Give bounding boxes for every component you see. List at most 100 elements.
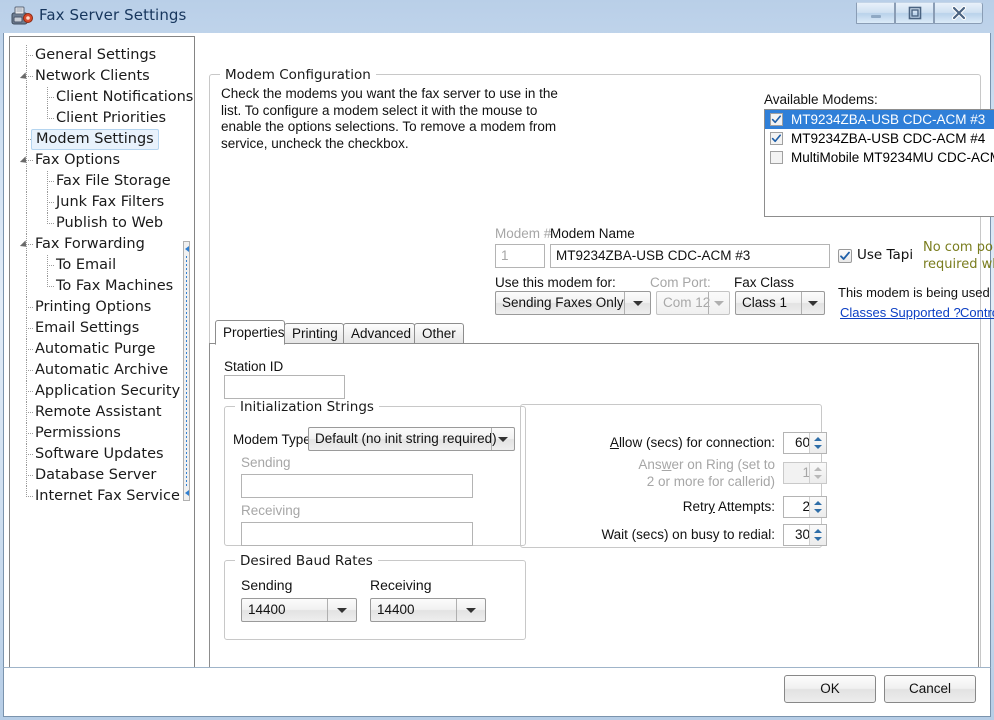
modem-list-item[interactable]: MT9234ZBA-USB CDC-ACM #4	[765, 129, 994, 148]
baud-receiving-dropdown[interactable]: 14400	[370, 598, 486, 622]
control-panel-link[interactable]: Control Panel	[960, 305, 994, 320]
tree-expander-icon[interactable]	[19, 156, 30, 166]
spinner-buttons[interactable]	[809, 497, 826, 517]
sidebar-item-label: Fax Options	[35, 152, 121, 168]
modem-list-item-label: MultiMobile MT9234MU CDC-ACM-XR	[791, 150, 994, 165]
station-id-input[interactable]	[224, 375, 345, 399]
sidebar-item-permissions[interactable]: Permissions	[10, 423, 194, 444]
modem-settings-page: Modem Configuration Check the modems you…	[201, 36, 994, 698]
sidebar-item-database-server[interactable]: Database Server	[10, 465, 194, 486]
receiving-init-input[interactable]	[241, 522, 473, 546]
sidebar-item-internet-fax-service[interactable]: Internet Fax Service	[10, 486, 194, 507]
sidebar-item-label: Network Clients	[35, 68, 150, 84]
baud-receiving-value: 14400	[377, 602, 415, 617]
fax-server-settings-window: Fax Server Settings General Settings Netw…	[0, 0, 994, 720]
sidebar-item-to-fax-machines[interactable]: To Fax Machines	[10, 276, 194, 297]
cancel-button[interactable]: Cancel	[884, 675, 976, 703]
modem-list-item[interactable]: MultiMobile MT9234MU CDC-ACM-XR	[765, 148, 994, 167]
modem-checkbox[interactable]	[770, 113, 783, 126]
tree-expander-icon[interactable]	[19, 72, 30, 82]
modem-checkbox[interactable]	[770, 132, 783, 145]
modem-type-dropdown[interactable]: Default (no init string required)	[308, 427, 515, 451]
sidebar-item-automatic-archive[interactable]: Automatic Archive	[10, 360, 194, 381]
chevron-down-icon	[456, 599, 485, 621]
tree-expander-icon[interactable]	[19, 240, 30, 250]
sidebar-item-automatic-purge[interactable]: Automatic Purge	[10, 339, 194, 360]
modem-checkbox[interactable]	[770, 151, 783, 164]
chevron-down-icon	[801, 292, 824, 314]
modem-configuration-group-label: Modem Configuration	[220, 67, 376, 83]
maximize-button[interactable]	[895, 2, 934, 24]
sidebar-item-general-settings[interactable]: General Settings	[10, 45, 194, 66]
tab-other[interactable]: Other	[414, 323, 464, 344]
modem-name-input[interactable]: MT9234ZBA-USB CDC-ACM #3	[550, 244, 830, 268]
spinner-down-icon	[814, 509, 822, 513]
tab-advanced[interactable]: Advanced	[343, 323, 415, 344]
modem-list-item-label: MT9234ZBA-USB CDC-ACM #3	[791, 112, 986, 127]
retry-attempts-spinner[interactable]: 2	[783, 496, 827, 518]
sidebar-item-label: Database Server	[35, 467, 157, 483]
sending-init-input[interactable]	[241, 474, 473, 498]
modem-number-input[interactable]: 1	[495, 244, 545, 268]
modem-list-item[interactable]: MT9234ZBA-USB CDC-ACM #3	[765, 110, 994, 129]
sending-init-label: Sending	[241, 455, 291, 470]
use-tapi-label: Use Tapi	[857, 247, 914, 263]
sidebar-item-label: Email Settings	[35, 320, 140, 336]
baud-sending-dropdown[interactable]: 14400	[241, 598, 357, 622]
allow-connection-spinner[interactable]: 60	[783, 432, 827, 454]
use-this-modem-for-dropdown[interactable]: Sending Faxes Only	[495, 291, 651, 315]
wait-on-busy-spinner[interactable]: 30	[783, 524, 827, 546]
minimize-button[interactable]	[856, 2, 895, 24]
spinner-buttons[interactable]	[809, 525, 826, 545]
sidebar-item-client-notifications[interactable]: Client Notifications	[10, 87, 194, 108]
sidebar-item-to-email[interactable]: To Email	[10, 255, 194, 276]
tab-printing[interactable]: Printing	[284, 323, 344, 344]
modem-type-label: Modem Type:	[233, 432, 315, 447]
com-port-dropdown[interactable]: Com 12	[656, 291, 730, 315]
chevron-down-icon	[491, 428, 514, 450]
answer-on-ring-spinner[interactable]: 1	[783, 462, 827, 484]
spinner-buttons[interactable]	[809, 433, 826, 453]
baud-sending-value: 14400	[248, 602, 286, 617]
sidebar-item-fax-options[interactable]: Fax Options	[10, 150, 194, 171]
sidebar-item-email-settings[interactable]: Email Settings	[10, 318, 194, 339]
com-port-label: Com Port:	[650, 275, 711, 290]
sidebar-item-fax-file-storage[interactable]: Fax File Storage	[10, 171, 194, 192]
sidebar-item-fax-forwarding[interactable]: Fax Forwarding	[10, 234, 194, 255]
sidebar-item-client-priorities[interactable]: Client Priorities	[10, 108, 194, 129]
spinner-buttons[interactable]	[809, 463, 826, 483]
sidebar-item-software-updates[interactable]: Software Updates	[10, 444, 194, 465]
sidebar-item-printing-options[interactable]: Printing Options	[10, 297, 194, 318]
modem-type-value: Default (no init string required)	[315, 431, 497, 446]
classes-supported-link[interactable]: Classes Supported ?	[840, 305, 961, 320]
sidebar-item-junk-fax-filters[interactable]: Junk Fax Filters	[10, 192, 194, 213]
fax-machine-icon	[11, 6, 33, 26]
use-tapi-checkbox-box	[838, 249, 852, 263]
initialization-strings-group-label: Initialization Strings	[235, 399, 379, 415]
close-button[interactable]	[934, 2, 983, 24]
modem-tabs[interactable]: Properties Printing Advanced Other	[209, 320, 979, 345]
initialization-strings-group: Initialization Strings Modem Type: Defau…	[224, 399, 526, 546]
sidebar-item-remote-assistant[interactable]: Remote Assistant	[10, 402, 194, 423]
available-modems-list[interactable]: MT9234ZBA-USB CDC-ACM #3 MT9234ZBA-USB CD…	[764, 109, 994, 217]
sidebar-item-application-security[interactable]: Application Security	[10, 381, 194, 402]
spinner-down-icon	[814, 475, 822, 479]
splitter-grip[interactable]	[183, 241, 190, 501]
splitter-arrow-top-icon	[185, 246, 189, 252]
tab-label: Advanced	[351, 326, 412, 341]
answer-on-ring-label-line1: Answer on Ring (set to	[638, 457, 775, 472]
sidebar-item-publish-to-web[interactable]: Publish to Web	[10, 213, 194, 234]
answer-on-ring-label-line2: 2 or more for callerid)	[646, 474, 775, 489]
sidebar-item-label: Client Notifications	[56, 89, 194, 105]
tab-label: Other	[422, 326, 456, 341]
sidebar-item-network-clients[interactable]: Network Clients	[10, 66, 194, 87]
sidebar-item-label: Publish to Web	[56, 215, 164, 231]
settings-tree[interactable]: General Settings Network Clients Client No…	[9, 36, 195, 698]
panel-splitter[interactable]	[182, 36, 191, 698]
sidebar-item-modem-settings[interactable]: Modem Settings	[10, 129, 194, 150]
spinner-up-icon	[814, 437, 822, 441]
tab-properties[interactable]: Properties	[215, 320, 285, 345]
ok-button[interactable]: OK	[784, 675, 876, 703]
fax-class-dropdown[interactable]: Class 1	[735, 291, 825, 315]
splitter-arrow-bottom-icon	[185, 490, 189, 496]
